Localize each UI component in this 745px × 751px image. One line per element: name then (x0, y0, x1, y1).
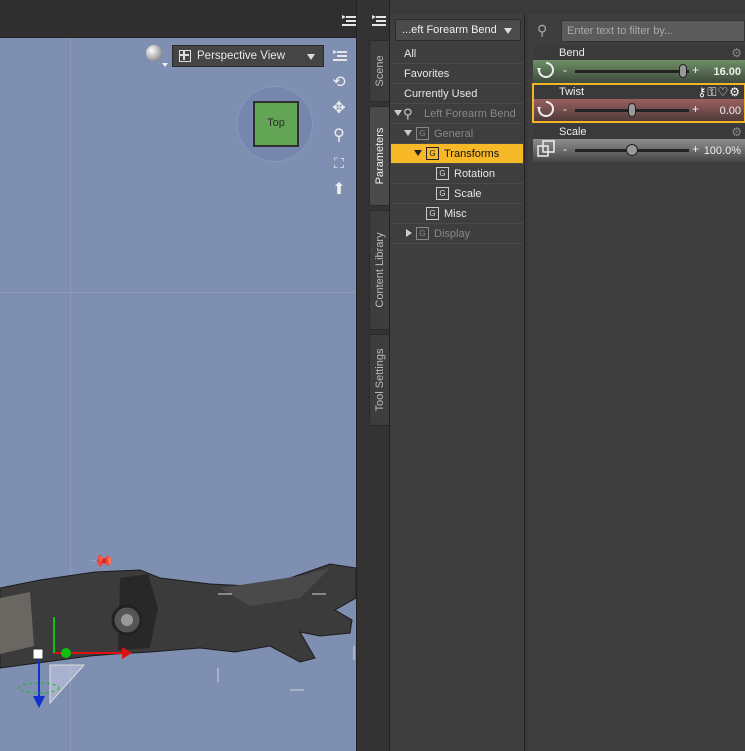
group-icon: G (426, 147, 439, 160)
decrement-button[interactable]: - (563, 102, 567, 116)
category-misc[interactable]: G Misc (391, 204, 523, 224)
gear-icon[interactable]: ⚙ (731, 46, 742, 60)
category-transforms[interactable]: G Transforms (391, 144, 523, 164)
pane-options-menu-icon[interactable] (372, 15, 386, 27)
link-icon[interactable]: ⚷ (698, 85, 708, 99)
frame-camera-icon[interactable]: ⛶ (328, 152, 350, 174)
group-icon: G (426, 207, 439, 220)
transform-gizmo[interactable] (14, 603, 144, 713)
node-selector-label: ...eft Forearm Bend (402, 24, 497, 36)
heart-icon[interactable]: ♡ (717, 85, 729, 99)
group-icon: G (416, 227, 429, 240)
view-cube[interactable]: Top (253, 101, 299, 147)
category-general[interactable]: G General (391, 124, 523, 144)
tab-tool-settings[interactable]: Tool Settings (369, 334, 389, 426)
view-selector-dropdown[interactable]: Perspective View (172, 45, 324, 67)
category-node-root[interactable]: ⚲ Left Forearm Bend (391, 104, 523, 124)
filter-input[interactable] (561, 20, 745, 42)
category-currently-used[interactable]: Currently Used (391, 84, 523, 104)
search-icon[interactable]: ⚲ (537, 22, 555, 40)
grid-view-icon (179, 50, 191, 62)
tab-content-library[interactable]: Content Library (369, 210, 389, 330)
grid-line (0, 292, 356, 293)
param-twist[interactable]: Twist ⚷⚿♡⚙ - + 0.00 (532, 83, 745, 123)
pan-camera-icon[interactable]: ✥ (328, 98, 350, 120)
view-menu-icon[interactable] (333, 50, 347, 62)
gear-icon[interactable]: ⚙ (729, 85, 741, 99)
slider-thumb[interactable] (628, 103, 636, 117)
group-icon: G (416, 127, 429, 140)
reset-camera-icon[interactable]: ⬆ (328, 179, 350, 201)
rotation-dial-icon (536, 60, 556, 80)
view-selector-label: Perspective View (197, 50, 285, 62)
tab-parameters[interactable]: Parameters (369, 106, 389, 206)
decrement-button[interactable]: - (563, 142, 567, 156)
category-scale[interactable]: G Scale (391, 184, 523, 204)
category-display[interactable]: G Display (391, 224, 523, 244)
category-rotation[interactable]: G Rotation (391, 164, 523, 184)
param-bend[interactable]: Bend ⚙ - + 16.00 (533, 45, 745, 83)
decrement-button[interactable]: - (563, 63, 567, 77)
daz-studio-window: Perspective View Top ⟲ ✥ ⚲ ⛶ ⬆ 📌 Scene P… (0, 0, 745, 751)
3d-viewport[interactable]: Perspective View Top ⟲ ✥ ⚲ ⛶ ⬆ 📌 (0, 38, 356, 751)
param-value[interactable]: 16.00 (713, 66, 741, 78)
slider-thumb[interactable] (626, 144, 638, 156)
category-all[interactable]: All (391, 44, 523, 64)
rotation-dial-icon (536, 99, 556, 119)
expand-arrow-icon[interactable] (404, 130, 412, 136)
lock-icon[interactable]: ⚿ (707, 85, 717, 99)
increment-button[interactable]: + (692, 142, 699, 156)
param-value[interactable]: 100.0% (704, 145, 741, 157)
expand-arrow-icon[interactable] (394, 110, 402, 116)
chevron-down-icon (307, 54, 315, 60)
node-selector-dropdown[interactable]: ...eft Forearm Bend (395, 19, 521, 41)
viewport-options-menu-icon[interactable] (342, 15, 356, 27)
draw-style-sphere-icon[interactable] (146, 45, 162, 61)
expand-arrow-icon[interactable] (406, 229, 412, 237)
tab-scene[interactable]: Scene (369, 40, 389, 102)
chevron-down-icon (162, 63, 168, 67)
increment-button[interactable]: + (692, 63, 699, 77)
bone-icon: ⚲ (403, 106, 413, 121)
parameter-filter: ⚲ (533, 19, 745, 43)
gear-icon[interactable]: ⚙ (731, 125, 742, 139)
param-status-icons: ⚷⚿♡⚙ (698, 85, 741, 100)
orbit-camera-icon[interactable]: ⟲ (328, 72, 350, 94)
slider-thumb[interactable] (679, 64, 688, 78)
param-value[interactable]: 0.00 (720, 105, 741, 117)
scale-icon (536, 139, 556, 159)
expand-arrow-icon[interactable] (414, 150, 422, 156)
increment-button[interactable]: + (692, 102, 699, 116)
slider-track[interactable] (575, 70, 689, 73)
category-favorites[interactable]: Favorites (391, 64, 523, 84)
zoom-camera-icon[interactable]: ⚲ (328, 125, 350, 147)
view-cube-label: Top (267, 117, 285, 129)
viewport-top-bar (0, 0, 364, 38)
group-icon: G (436, 167, 449, 180)
chevron-down-icon (504, 28, 512, 34)
param-scale[interactable]: Scale ⚙ - + 100.0% (533, 124, 745, 162)
group-icon: G (436, 187, 449, 200)
